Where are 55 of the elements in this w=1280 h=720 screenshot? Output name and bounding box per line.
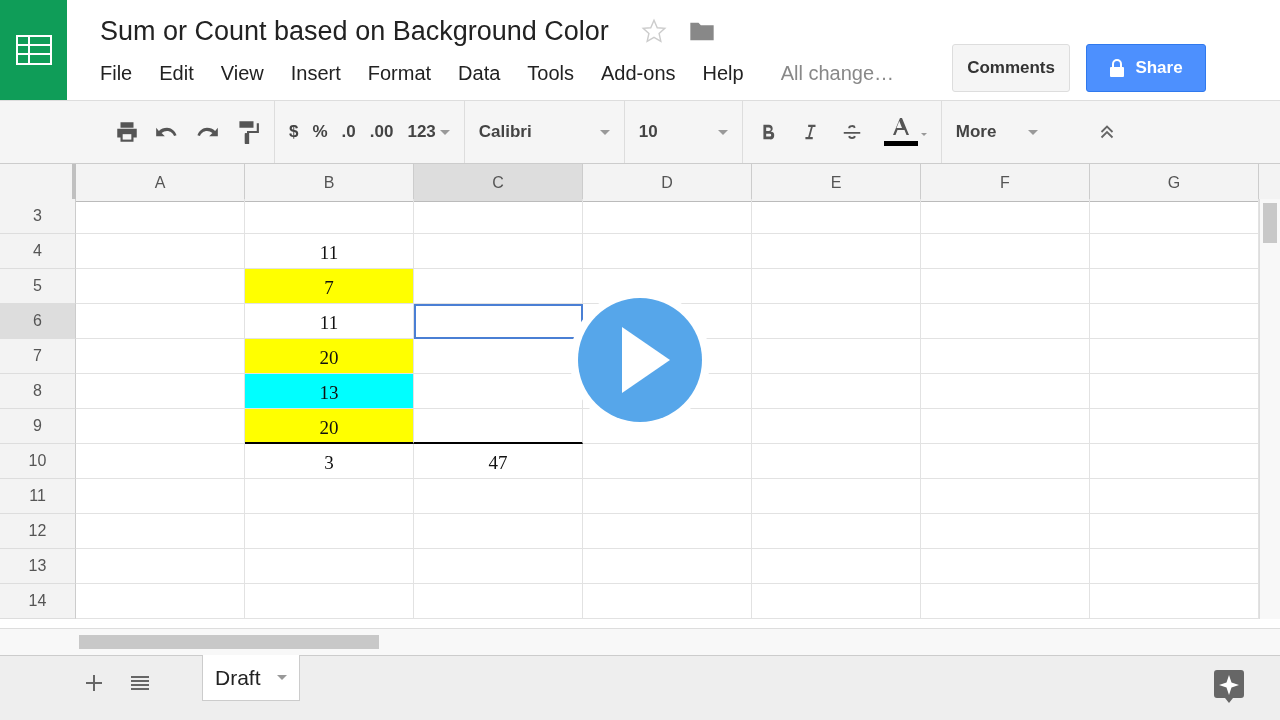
menu-item[interactable]: View — [220, 62, 291, 85]
column-header[interactable]: G — [1090, 164, 1259, 202]
table-cell: 13 — [245, 374, 414, 409]
row-header[interactable]: 4 — [0, 234, 76, 269]
row-header[interactable]: 12 — [0, 514, 76, 549]
menu-item[interactable]: Help — [702, 62, 771, 85]
sheet-tab[interactable]: Draft — [202, 655, 300, 701]
menu-item[interactable]: Edit — [159, 62, 221, 85]
row-header[interactable]: 3 — [0, 199, 76, 234]
more-dropdown[interactable]: More — [941, 101, 1052, 163]
table-cell: 3 — [245, 444, 414, 479]
column-header[interactable]: D — [583, 164, 752, 202]
increase-decimals-button[interactable]: .00 — [369, 122, 394, 142]
save-status: All change… — [780, 62, 895, 85]
row-header[interactable]: 9 — [0, 409, 76, 444]
menu-item[interactable]: Format — [367, 62, 459, 85]
print-icon[interactable] — [114, 119, 140, 145]
column-header[interactable]: A — [76, 164, 245, 202]
star-icon[interactable] — [640, 18, 667, 44]
menu-item[interactable]: Insert — [290, 62, 368, 85]
table-cell: 20 — [245, 409, 414, 444]
table-cell: 47 — [414, 444, 583, 479]
vertical-scrollbar[interactable] — [1263, 203, 1277, 243]
column-header[interactable]: C — [414, 164, 583, 202]
currency-format-button[interactable]: $ — [289, 122, 299, 142]
text-color-icon[interactable] — [882, 115, 927, 149]
row-header[interactable]: 5 — [0, 269, 76, 304]
sheets-logo-icon[interactable] — [0, 0, 67, 100]
table-cell: 7 — [245, 269, 414, 304]
row-header[interactable]: 14 — [0, 584, 76, 619]
scrollbar-track[interactable] — [0, 628, 1280, 656]
column-header[interactable]: F — [921, 164, 1090, 202]
menu-item[interactable]: Tools — [527, 62, 602, 85]
row-header[interactable]: 10 — [0, 444, 76, 479]
column-header[interactable]: E — [752, 164, 921, 202]
percent-format-button[interactable]: % — [312, 122, 328, 142]
row-header[interactable]: 6 — [0, 304, 76, 339]
explore-icon[interactable] — [1214, 670, 1244, 704]
comments-button[interactable]: Comments — [952, 44, 1070, 92]
menu-item[interactable]: File — [100, 62, 160, 85]
row-header[interactable]: 13 — [0, 549, 76, 584]
font-size-dropdown[interactable]: 10 — [624, 101, 743, 163]
menu-item[interactable]: Add-ons — [601, 62, 703, 85]
number-format-dropdown[interactable]: 123 — [407, 122, 450, 142]
font-dropdown[interactable]: Calibri — [464, 101, 625, 163]
horizontal-scrollbar[interactable] — [79, 635, 379, 649]
decrease-decimals-button[interactable]: .0 — [341, 122, 356, 142]
table-cell: 20 — [245, 339, 414, 374]
row-header[interactable]: 8 — [0, 374, 76, 409]
row-header[interactable]: 11 — [0, 479, 76, 514]
document-title[interactable]: Sum or Count based on Background Color — [100, 15, 609, 47]
menu-item[interactable]: Data — [458, 62, 528, 85]
column-header[interactable]: B — [245, 164, 414, 202]
row-header[interactable]: 7 — [0, 339, 76, 374]
lock-icon — [1109, 59, 1126, 77]
